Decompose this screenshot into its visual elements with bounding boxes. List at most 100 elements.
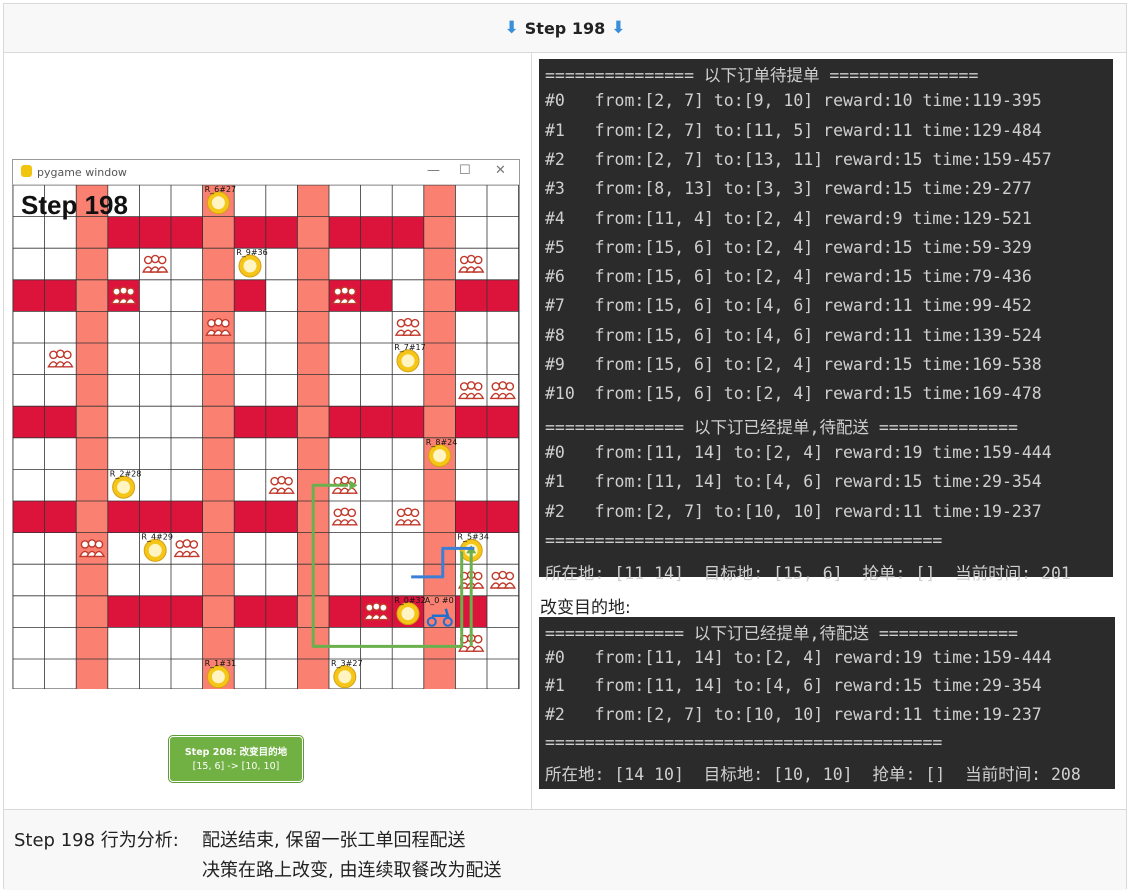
road-gap (171, 406, 203, 438)
change-terminal: ============== 以下订已经提单,待配送 =============… (539, 617, 1115, 789)
terminal-line: ======================================== (545, 732, 943, 752)
road-cell (202, 532, 235, 565)
restaurant-icon (238, 254, 262, 278)
road-cell (44, 406, 77, 438)
terminal-line: #4 from:[11, 4] to:[2, 4] reward:9 time:… (545, 208, 1032, 228)
road-cell (76, 501, 108, 533)
road-cell (234, 501, 266, 533)
road-cell (139, 216, 171, 249)
terminal-line: #0 from:[11, 14] to:[2, 4] reward:19 tim… (545, 442, 1052, 462)
restaurant-icon (112, 475, 136, 499)
road-cell (76, 374, 108, 407)
restaurant-label: R_1#31 (205, 659, 237, 668)
restaurant-label: R_9#36 (236, 248, 268, 257)
road-cell (234, 595, 266, 628)
road-cell (265, 216, 298, 249)
callout-title: Step 208: 改变目的地 (184, 747, 288, 758)
road-cell (76, 564, 108, 596)
terminal-line: #5 from:[15, 6] to:[2, 4] reward:15 time… (545, 237, 1032, 257)
road-gap (139, 279, 171, 312)
rider-label: A_0 #0 (425, 596, 454, 605)
road-cell (107, 501, 140, 533)
road-cell (76, 248, 108, 280)
restaurant-label: R_3#27 (331, 659, 363, 668)
road-cell (297, 216, 329, 249)
road-cell (297, 248, 329, 280)
road-cell (423, 469, 456, 501)
restaurant-icon (396, 349, 420, 373)
road-cell (297, 406, 329, 438)
terminal-line: #8 from:[15, 6] to:[4, 6] reward:11 time… (545, 325, 1042, 345)
road-cell (360, 216, 393, 249)
road-cell (297, 659, 329, 689)
restaurant-label: R_5#34 (457, 533, 489, 542)
road-cell (139, 501, 171, 533)
restaurant-icon (333, 665, 357, 689)
restaurant-icon (428, 444, 452, 468)
close-icon[interactable]: ✕ (495, 163, 506, 178)
road-gap (13, 595, 45, 628)
road-cell (234, 279, 266, 312)
road-cell (202, 469, 235, 501)
terminal-line: #9 from:[15, 6] to:[2, 4] reward:15 time… (545, 355, 1042, 374)
road-cell (171, 216, 203, 249)
arrow-down-icon: ⬇ (504, 18, 519, 38)
restaurant-icon (143, 538, 167, 562)
callout-detail: [15, 6] -> [10, 10] (192, 761, 280, 772)
road-cell (139, 595, 171, 628)
road-cell (423, 343, 456, 375)
restaurant-icon (396, 602, 420, 626)
road-gap (392, 279, 424, 312)
terminal-line: ============== 以下订已经提单,待配送 =============… (545, 624, 1018, 643)
order-terminal: =============== 以下订单待提单 =============== #… (539, 59, 1113, 583)
road-gap (329, 501, 361, 533)
road-gap (487, 216, 519, 249)
road-gap (360, 501, 393, 533)
road-cell (265, 595, 298, 628)
customer-icon (489, 570, 516, 589)
road-cell (76, 437, 108, 470)
road-cell (487, 501, 519, 533)
road-cell (392, 216, 424, 249)
road-cell (297, 343, 329, 375)
road-gap (455, 216, 487, 249)
road-cell (329, 406, 361, 438)
road-gap (265, 279, 298, 312)
arrow-down-icon: ⬇ (611, 18, 626, 38)
road-cell (329, 279, 361, 312)
road-cell (423, 311, 456, 343)
road-gap (13, 216, 45, 249)
road-cell (487, 279, 519, 312)
maximize-icon[interactable]: ☐ (459, 163, 471, 178)
road-cell (423, 564, 456, 596)
road-cell (297, 437, 329, 470)
road-cell (297, 279, 329, 312)
restaurant-label: R_6#27 (205, 185, 237, 194)
road-cell (392, 406, 424, 438)
window-title: pygame window (37, 166, 127, 179)
step-overlay-label: Step 198 (21, 190, 128, 220)
road-gap (44, 595, 77, 628)
terminal-line: ======================================== (545, 530, 943, 550)
road-cell (423, 248, 456, 280)
road-cell (423, 216, 456, 249)
road-cell (423, 627, 456, 659)
terminal-line: #1 from:[11, 14] to:[4, 6] reward:15 tim… (545, 676, 1042, 696)
customer-icon (142, 254, 169, 273)
minimize-icon[interactable]: — (427, 163, 440, 178)
road-cell (265, 501, 298, 533)
customer-icon (458, 254, 485, 273)
road-gap (392, 501, 424, 533)
road-cell (76, 343, 108, 375)
customer-icon (394, 317, 422, 336)
road-cell (202, 627, 235, 659)
terminal-line: 所在地: [11 14] 目标地: [15, 6] 抢单: [] 当前时间: 2… (545, 564, 1071, 584)
customer-icon (173, 539, 200, 558)
road-cell (360, 279, 393, 312)
road-cell (13, 279, 45, 312)
road-cell (76, 469, 108, 501)
customer-icon (47, 349, 74, 368)
road-cell (297, 311, 329, 343)
restaurant-label: R_4#29 (141, 533, 173, 542)
column-divider (531, 53, 532, 809)
